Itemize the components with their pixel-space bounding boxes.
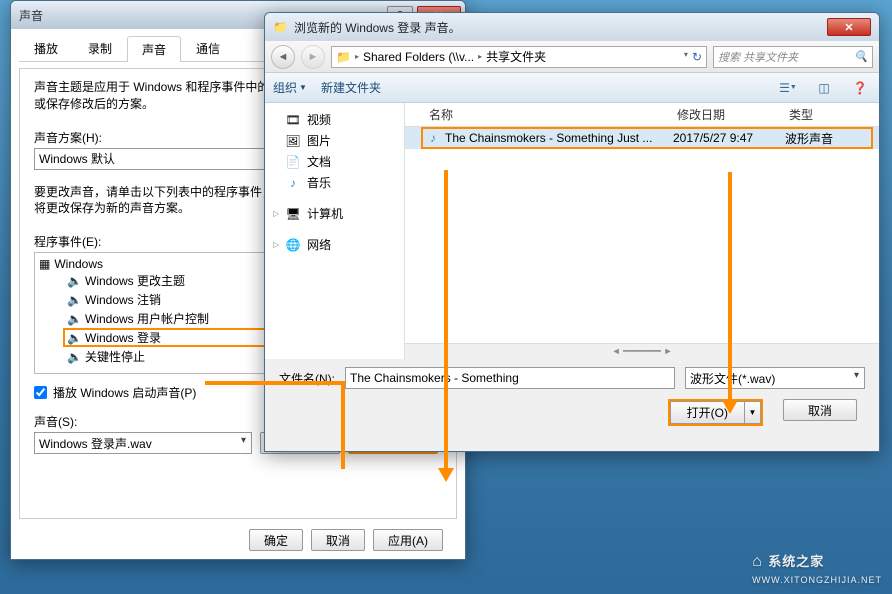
watermark-url: WWW.XITONGZHIJIA.NET <box>752 575 882 585</box>
annotation-arrow <box>728 172 732 402</box>
chevron-down-icon[interactable]: ▾ <box>682 50 690 64</box>
speaker-icon: 🔈 <box>67 274 81 288</box>
sidebar-item-documents[interactable]: 📄 文档 <box>265 151 404 172</box>
column-date[interactable]: 修改日期 <box>673 106 785 123</box>
folder-icon: 📁 <box>273 20 288 34</box>
browse-titlebar[interactable]: 📁 浏览新的 Windows 登录 声音。 ✕ <box>265 13 879 41</box>
audio-file-icon: ♪ <box>425 130 441 146</box>
sidebar-item-label: 网络 <box>307 236 331 253</box>
close-button[interactable]: ✕ <box>827 18 871 36</box>
document-icon: 📄 <box>285 155 301 169</box>
cancel-button[interactable]: 取消 <box>783 399 857 421</box>
sidebar-item-music[interactable]: ♪ 音乐 <box>265 172 404 193</box>
chevron-down-icon: ▼ <box>299 83 307 92</box>
organize-menu[interactable]: 组织 ▼ <box>273 79 307 96</box>
new-folder-button[interactable]: 新建文件夹 <box>321 79 381 96</box>
chevron-right-icon: ▷ <box>273 209 279 218</box>
sidebar-item-video[interactable]: 🎞 视频 <box>265 109 404 130</box>
column-name[interactable]: 名称 <box>425 106 673 123</box>
file-list-area: 名称 修改日期 类型 ♪ The Chainsmokers - Somethin… <box>405 103 879 359</box>
back-button[interactable]: ◄ <box>271 45 295 69</box>
cancel-button[interactable]: 取消 <box>311 529 365 551</box>
annotation-arrow-head <box>438 468 454 482</box>
tab-recording[interactable]: 录制 <box>73 35 127 61</box>
tab-sounds[interactable]: 声音 <box>127 36 181 62</box>
sidebar-item-label: 计算机 <box>307 205 343 222</box>
startup-sound-checkbox[interactable] <box>34 386 47 399</box>
picture-icon: 🖼 <box>285 134 301 148</box>
file-name: The Chainsmokers - Something Just ... <box>445 131 673 145</box>
watermark: 系统之家 WWW.XITONGZHIJIA.NET <box>752 551 882 586</box>
dialog-buttons: 确定 取消 应用(A) <box>19 519 457 553</box>
view-options-button[interactable]: ☰ ▼ <box>777 77 799 99</box>
tab-playback[interactable]: 播放 <box>19 35 73 61</box>
apply-button[interactable]: 应用(A) <box>373 529 443 551</box>
annotation-arrow <box>205 381 345 385</box>
file-date: 2017/5/27 9:47 <box>673 131 785 145</box>
search-icon: 🔍 <box>854 50 868 63</box>
sidebar-item-label: 图片 <box>307 132 331 149</box>
breadcrumb-segment[interactable]: 共享文件夹 <box>486 48 546 65</box>
tree-root-label: Windows <box>54 257 103 271</box>
horizontal-scrollbar[interactable]: ◄ ━━━━━━━ ► <box>405 343 879 359</box>
filename-input[interactable] <box>345 367 675 389</box>
computer-icon: 🖥 <box>285 207 301 221</box>
column-headers: 名称 修改日期 类型 <box>405 103 879 127</box>
music-icon: ♪ <box>285 176 301 190</box>
search-placeholder: 搜索 共享文件夹 <box>718 49 798 65</box>
file-dialog-form: 文件名(N): 打开(O) ▼ 取消 <box>265 359 879 434</box>
sidebar-item-label: 视频 <box>307 111 331 128</box>
sound-file-combo[interactable] <box>34 432 252 454</box>
speaker-icon: 🔈 <box>67 293 81 307</box>
speaker-icon: 🔈 <box>67 350 81 364</box>
sidebar-item-pictures[interactable]: 🖼 图片 <box>265 130 404 151</box>
tree-item-label: 关键性停止 <box>85 348 145 365</box>
sidebar-item-label: 文档 <box>307 153 331 170</box>
search-input[interactable]: 搜索 共享文件夹 🔍 <box>713 46 873 68</box>
explorer-body: 🎞 视频 🖼 图片 📄 文档 ♪ 音乐 ▷ 🖥 计算机 ▷ 🌐 网络 名称 修改日期 类型 ♪ … <box>265 103 879 359</box>
video-icon: 🎞 <box>285 113 301 127</box>
startup-sound-label: 播放 Windows 启动声音(P) <box>53 384 196 401</box>
sidebar-item-network[interactable]: ▷ 🌐 网络 <box>265 234 404 255</box>
explorer-toolbar: 组织 ▼ 新建文件夹 ☰ ▼ ◫ ❓ <box>265 73 879 103</box>
nav-bar: ◄ ► 📁 ▸ Shared Folders (\\v... ▸ 共享文件夹 ▾… <box>265 41 879 73</box>
navigation-pane: 🎞 视频 🖼 图片 📄 文档 ♪ 音乐 ▷ 🖥 计算机 ▷ 🌐 网络 <box>265 103 405 359</box>
breadcrumb[interactable]: 📁 ▸ Shared Folders (\\v... ▸ 共享文件夹 ▾ ↻ <box>331 46 707 68</box>
annotation-arrow <box>444 170 448 470</box>
refresh-icon[interactable]: ↻ <box>692 50 702 64</box>
chevron-right-icon: ▷ <box>273 240 279 249</box>
open-button-group: 打开(O) ▼ <box>668 399 763 426</box>
tab-communications[interactable]: 通信 <box>181 35 235 61</box>
breadcrumb-segment[interactable]: Shared Folders (\\v... <box>363 50 474 64</box>
tree-item-label: Windows 注销 <box>85 291 161 308</box>
annotation-arrow-head <box>722 400 738 414</box>
speaker-icon: 🔈 <box>67 331 81 345</box>
preview-pane-button[interactable]: ◫ <box>813 77 835 99</box>
help-button[interactable]: ❓ <box>849 77 871 99</box>
browse-title: 浏览新的 Windows 登录 声音。 <box>294 19 461 36</box>
chevron-right-icon: ▸ <box>476 52 484 61</box>
folder-icon: 📁 <box>336 50 351 64</box>
column-type[interactable]: 类型 <box>785 106 879 123</box>
sidebar-item-label: 音乐 <box>307 174 331 191</box>
tree-item-label: Windows 登录 <box>85 329 161 346</box>
network-icon: 🌐 <box>285 238 301 252</box>
annotation-arrow <box>341 381 345 469</box>
tree-item-label: Windows 用户帐户控制 <box>85 310 209 327</box>
speaker-icon: 🔈 <box>67 312 81 326</box>
sidebar-item-computer[interactable]: ▷ 🖥 计算机 <box>265 203 404 224</box>
file-type: 波形声音 <box>785 130 879 147</box>
chevron-right-icon: ▸ <box>353 52 361 61</box>
browse-dialog: 📁 浏览新的 Windows 登录 声音。 ✕ ◄ ► 📁 ▸ Shared F… <box>264 12 880 452</box>
sound-title: 声音 <box>19 7 43 24</box>
file-type-filter[interactable] <box>685 367 865 389</box>
ok-button[interactable]: 确定 <box>249 529 303 551</box>
tree-root-icon: ▦ <box>39 257 50 271</box>
forward-button[interactable]: ► <box>301 45 325 69</box>
tree-item-label: Windows 更改主题 <box>85 272 185 289</box>
file-row-selected[interactable]: ♪ The Chainsmokers - Something Just ... … <box>405 127 879 149</box>
scheme-combo[interactable] <box>34 148 294 170</box>
open-dropdown[interactable]: ▼ <box>745 401 761 424</box>
